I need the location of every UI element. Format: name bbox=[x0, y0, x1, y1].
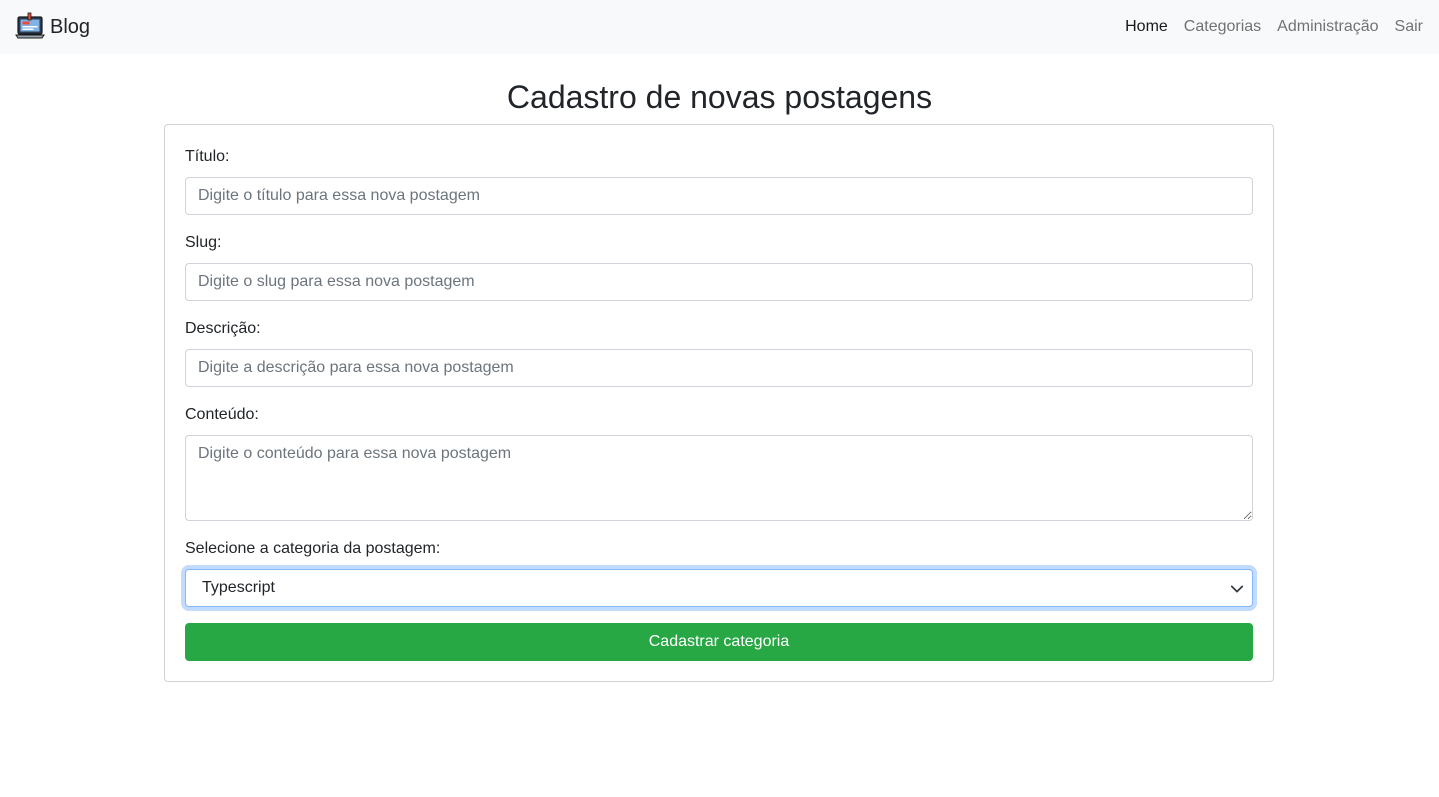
titulo-input[interactable] bbox=[185, 177, 1253, 215]
categoria-label: Selecione a categoria da postagem: bbox=[185, 540, 441, 557]
conteudo-textarea[interactable] bbox=[185, 435, 1253, 521]
nav-link-administracao[interactable]: Administração bbox=[1269, 15, 1386, 39]
descricao-input[interactable] bbox=[185, 349, 1253, 387]
submit-button[interactable]: Cadastrar categoria bbox=[185, 623, 1253, 661]
navbar: Blog Home Categorias Administração Sair bbox=[0, 0, 1439, 54]
categoria-select[interactable]: Typescript bbox=[185, 569, 1253, 607]
brand-link[interactable]: Blog bbox=[14, 11, 90, 43]
titulo-label: Título: bbox=[185, 148, 230, 165]
descricao-label: Descrição: bbox=[185, 320, 261, 337]
categoria-selected-value: Typescript bbox=[202, 579, 275, 596]
nav-link-sair[interactable]: Sair bbox=[1387, 15, 1431, 39]
chevron-down-icon bbox=[1230, 585, 1244, 593]
brand-name: Blog bbox=[50, 16, 91, 38]
nav-links: Home Categorias Administração Sair bbox=[1117, 0, 1431, 54]
post-form-card: Título: Slug: Descrição: Conteúdo: Selec… bbox=[164, 124, 1274, 682]
slug-label: Slug: bbox=[185, 234, 222, 251]
laptop-blog-icon bbox=[15, 12, 45, 39]
conteudo-label: Conteúdo: bbox=[185, 406, 259, 423]
page-title: Cadastro de novas postagens bbox=[506, 79, 933, 115]
slug-input[interactable] bbox=[185, 263, 1253, 301]
nav-link-categorias[interactable]: Categorias bbox=[1176, 15, 1269, 39]
nav-link-home[interactable]: Home bbox=[1117, 15, 1176, 39]
